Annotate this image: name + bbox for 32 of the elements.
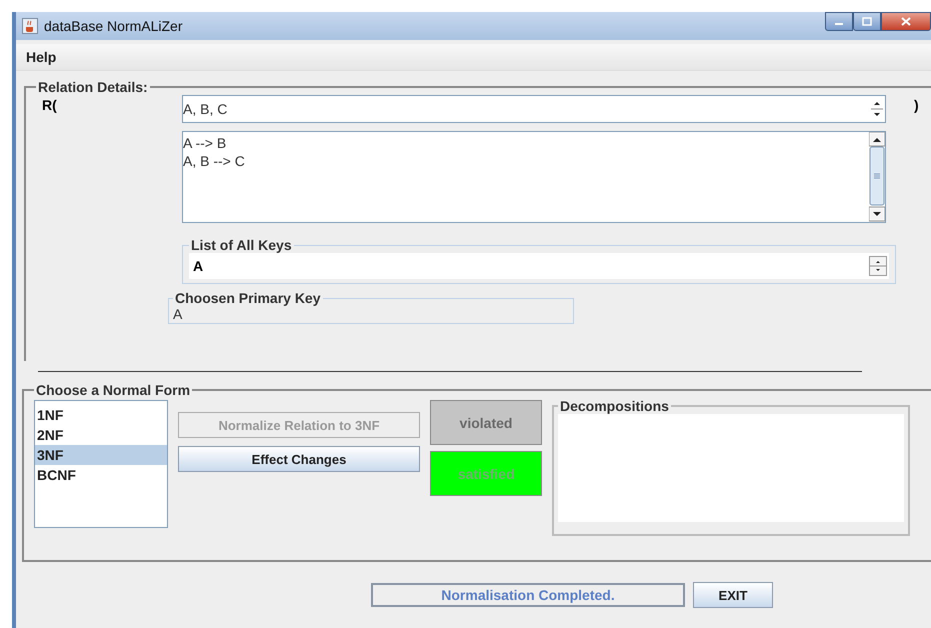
list-item[interactable]: 3NF [35, 445, 167, 465]
dependencies-area[interactable]: A --> B A, B --> C [182, 131, 886, 223]
action-button[interactable]: Effect Changes [178, 446, 420, 472]
status-indicator: violated [430, 400, 542, 445]
group-title: Choosen Primary Key [174, 290, 322, 306]
scrollbar[interactable] [869, 132, 885, 222]
close-icon [901, 17, 911, 26]
minimize-button[interactable] [825, 12, 853, 31]
dependency-line: A, B --> C [183, 152, 246, 170]
section-title: Choose a Normal Form [35, 382, 192, 398]
relation-prefix: R( [41, 96, 58, 113]
status-indicator: satisfied [430, 451, 542, 496]
dependency-line: A --> B [183, 134, 228, 152]
spinner-icon [869, 256, 889, 276]
window-title: dataBase NormALiZer [44, 18, 183, 34]
keys-field[interactable]: A [189, 253, 889, 279]
attributes-field[interactable]: A, B, C [182, 95, 886, 123]
cup-icon [22, 18, 38, 34]
exit-button[interactable]: EXIT [693, 582, 773, 608]
group-title: Decompositions [559, 398, 670, 414]
list-item[interactable]: BCNF [35, 465, 167, 485]
relation-suffix: ) [913, 96, 919, 113]
group-title: List of All Keys [190, 237, 293, 253]
menu-item[interactable]: Help [16, 49, 66, 65]
close-button[interactable] [881, 12, 931, 31]
list-item[interactable]: 2NF [35, 425, 167, 445]
list-item[interactable]: 1NF [35, 405, 167, 425]
primary-key-value: A [173, 306, 182, 322]
maximize-icon [862, 17, 872, 26]
section-title: Relation Details: [37, 79, 149, 95]
maximize-button[interactable] [853, 12, 881, 31]
status-message: Normalisation Completed. [371, 583, 685, 607]
